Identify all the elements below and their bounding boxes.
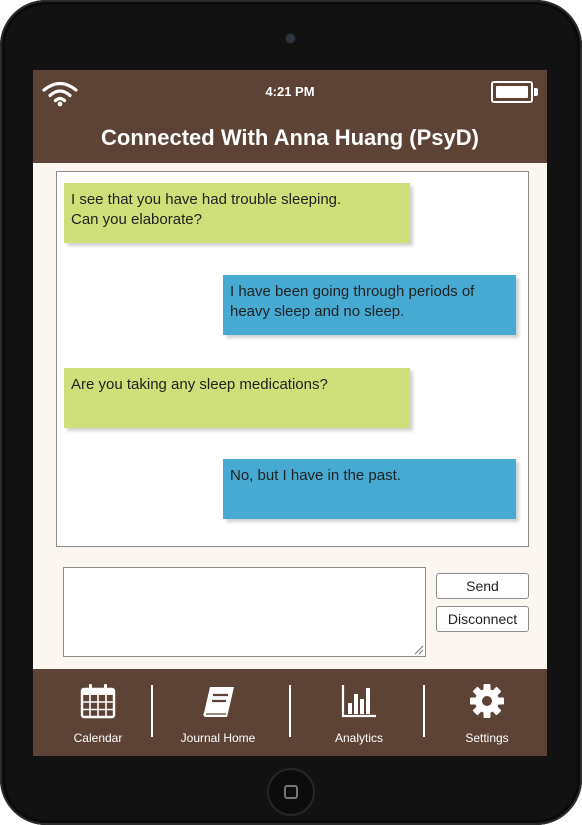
nav-item-settings[interactable]: Settings — [432, 669, 542, 756]
nav-label-analytics: Analytics — [334, 731, 384, 745]
tablet-frame: 4:21 PM Connected With Anna Huang (PsyD)… — [0, 0, 582, 825]
status-time: 4:21 PM — [265, 84, 315, 99]
nav-label-settings: Settings — [465, 731, 509, 745]
front-camera — [286, 34, 295, 43]
nav-item-journal-home[interactable]: Journal Home — [163, 669, 273, 756]
gear-icon — [470, 684, 504, 718]
app-screen: 4:21 PM Connected With Anna Huang (PsyD)… — [33, 70, 547, 756]
message-text: Are you taking any sleep medications? — [71, 376, 328, 393]
battery-icon — [491, 81, 538, 103]
nav-label-calendar: Calendar — [73, 731, 123, 745]
nav-item-calendar[interactable]: Calendar — [43, 669, 153, 756]
message-user: I have been going through periods of hea… — [223, 275, 516, 335]
header-bar: 4:21 PM Connected With Anna Huang (PsyD) — [33, 70, 547, 163]
nav-divider — [423, 685, 425, 737]
message-text: I have been going through periods of hea… — [230, 283, 475, 320]
nav-divider — [151, 685, 153, 737]
chat-history[interactable]: I see that you have had trouble sleeping… — [56, 171, 529, 547]
resize-grip-icon[interactable] — [414, 645, 424, 655]
analytics-icon — [341, 685, 376, 718]
page-title: Connected With Anna Huang (PsyD) — [101, 125, 479, 150]
calendar-icon — [80, 684, 116, 719]
bottom-nav: Calendar Journal Home Analytics Settings — [33, 669, 547, 756]
message-therapist: Are you taking any sleep medications? — [64, 368, 410, 428]
message-user: No, but I have in the past. — [223, 459, 516, 519]
home-square-icon — [284, 785, 298, 799]
send-button[interactable]: Send — [436, 573, 529, 599]
message-therapist: I see that you have had trouble sleeping… — [64, 183, 410, 243]
home-button[interactable] — [269, 770, 313, 814]
message-input[interactable] — [63, 567, 426, 657]
nav-label-journal-home: Journal Home — [180, 731, 256, 745]
message-text: I see that you have had trouble sleeping… — [71, 191, 342, 228]
disconnect-button[interactable]: Disconnect — [436, 606, 529, 632]
nav-divider — [289, 685, 291, 737]
journal-icon — [203, 687, 234, 717]
message-text: No, but I have in the past. — [230, 467, 401, 484]
nav-item-analytics[interactable]: Analytics — [304, 669, 414, 756]
